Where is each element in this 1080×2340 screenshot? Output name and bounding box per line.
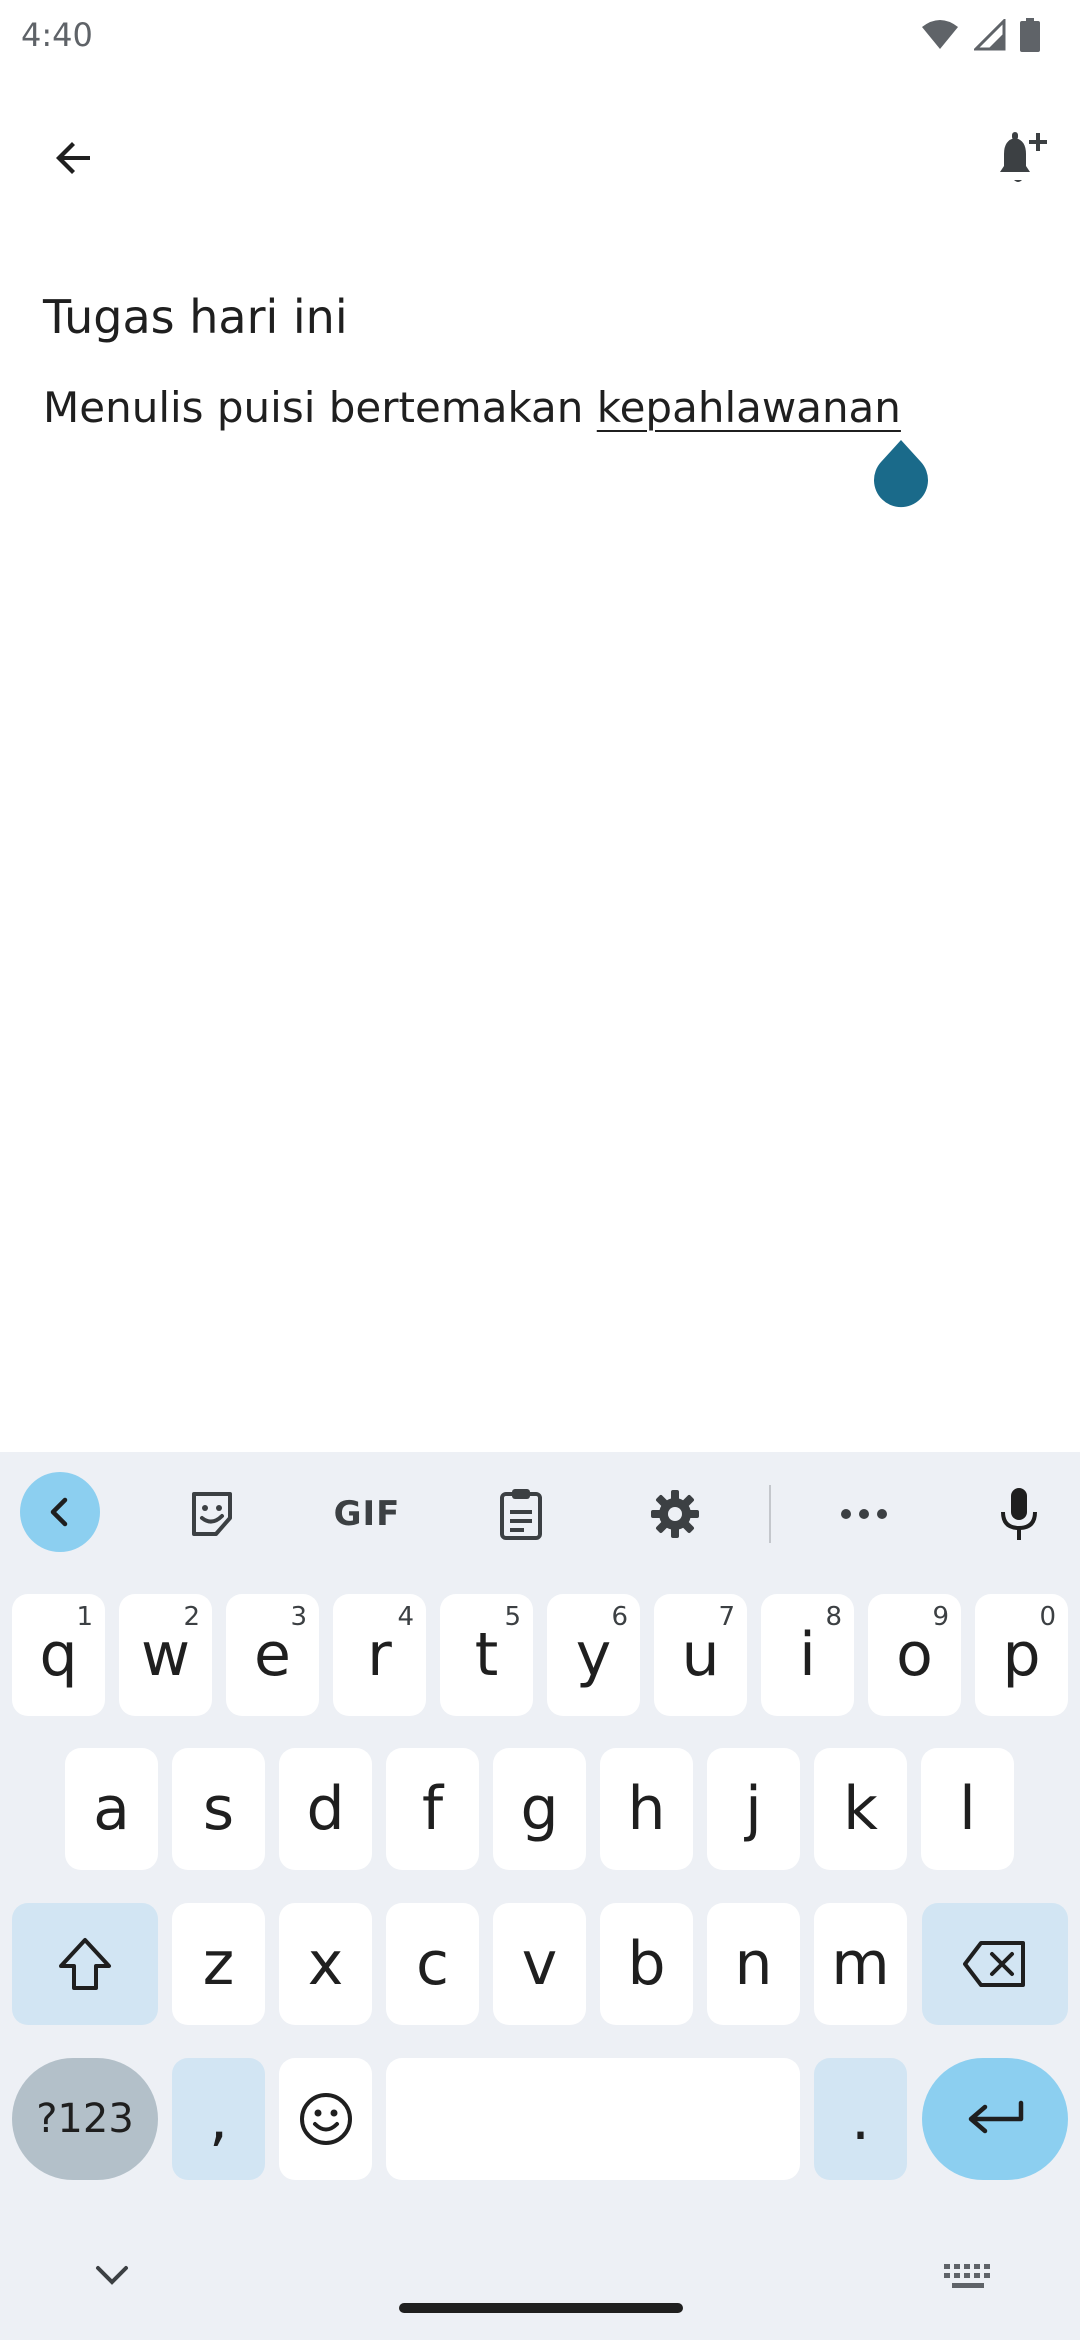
add-reminder-button[interactable] <box>972 108 1068 204</box>
key-hint: 5 <box>504 1602 521 1632</box>
gear-icon <box>651 1490 699 1538</box>
toolbar-divider <box>769 1485 771 1543</box>
key-i[interactable]: i8 <box>761 1594 854 1716</box>
enter-key[interactable] <box>922 2058 1068 2180</box>
arrow-back-icon <box>56 142 90 174</box>
key-y[interactable]: y6 <box>547 1594 640 1716</box>
key-m[interactable]: m <box>814 1903 907 2025</box>
key-label: p <box>1002 1620 1041 1690</box>
key-g[interactable]: g <box>493 1748 586 1870</box>
key-hint: 0 <box>1039 1602 1056 1632</box>
key-p[interactable]: p0 <box>975 1594 1068 1716</box>
key-hint: 6 <box>611 1602 628 1632</box>
shift-key[interactable] <box>12 1903 158 2025</box>
key-a[interactable]: a <box>65 1748 158 1870</box>
cursor-handle[interactable] <box>873 440 929 508</box>
more-horizontal-icon <box>841 1509 887 1519</box>
more-button[interactable] <box>824 1474 904 1554</box>
emoji-key[interactable] <box>279 2058 372 2180</box>
key-hint: 2 <box>183 1602 200 1632</box>
key-b[interactable]: b <box>600 1903 693 2025</box>
key-l[interactable]: l <box>921 1748 1014 1870</box>
key-label: r <box>367 1620 392 1690</box>
clipboard-icon <box>500 1489 542 1540</box>
key-label: e <box>254 1620 291 1690</box>
note-body[interactable]: Menulis puisi bertemakan kepahlawanan <box>43 383 901 432</box>
key-o[interactable]: o9 <box>868 1594 961 1716</box>
key-n[interactable]: n <box>707 1903 800 2025</box>
key-v[interactable]: v <box>493 1903 586 2025</box>
key-h[interactable]: h <box>600 1748 693 1870</box>
status-icons <box>920 18 1040 52</box>
key-hint: 9 <box>932 1602 949 1632</box>
period-key[interactable]: . <box>814 2058 907 2180</box>
key-q[interactable]: q1 <box>12 1594 105 1716</box>
note-body-text: Menulis puisi bertemakan <box>43 383 597 432</box>
key-label: q <box>39 1620 78 1690</box>
symbols-key[interactable]: ?123 <box>12 2058 158 2180</box>
wifi-icon <box>922 20 958 49</box>
shift-icon <box>59 1938 111 1990</box>
key-hint: 4 <box>397 1602 414 1632</box>
key-label: i <box>799 1620 816 1690</box>
key-k[interactable]: k <box>814 1748 907 1870</box>
back-button[interactable] <box>26 110 122 206</box>
signal-icon <box>974 19 1006 51</box>
status-bar: 4:40 <box>0 0 1080 76</box>
chevron-left-icon <box>50 1497 68 1527</box>
key-t[interactable]: t5 <box>440 1594 533 1716</box>
gif-button[interactable]: GIF <box>324 1474 410 1554</box>
key-e[interactable]: e3 <box>226 1594 319 1716</box>
key-f[interactable]: f <box>386 1748 479 1870</box>
comma-key[interactable]: , <box>172 2058 265 2180</box>
enter-icon <box>968 2100 1024 2134</box>
key-j[interactable]: j <box>707 1748 800 1870</box>
spellcheck-word[interactable]: kepahlawanan <box>597 383 901 432</box>
key-hint: 3 <box>290 1602 307 1632</box>
key-hint: 1 <box>76 1602 93 1632</box>
keyboard-collapse-button[interactable] <box>20 1472 100 1552</box>
key-x[interactable]: x <box>279 1903 372 2025</box>
keyboard: GIF q 1 w 2 e 3 r 4 t 5 y 6 u 7 i 8 o 9 … <box>0 1452 1080 2340</box>
key-label: y <box>575 1620 612 1690</box>
settings-button[interactable] <box>635 1474 715 1554</box>
key-hint: 8 <box>825 1602 842 1632</box>
clipboard-button[interactable] <box>481 1474 561 1554</box>
backspace-icon <box>963 1941 1025 1987</box>
key-u[interactable]: u7 <box>654 1594 747 1716</box>
voice-input-button[interactable] <box>979 1474 1059 1554</box>
key-w[interactable]: w2 <box>119 1594 212 1716</box>
key-label: o <box>896 1620 933 1690</box>
keyboard-toolbar: GIF <box>0 1452 1080 1580</box>
emoji-icon <box>299 2093 352 2145</box>
key-s[interactable]: s <box>172 1748 265 1870</box>
app-bar <box>0 100 1080 220</box>
backspace-key[interactable] <box>922 1903 1068 2025</box>
gif-label: GIF <box>333 1494 401 1534</box>
mic-icon <box>1001 1488 1037 1540</box>
keyboard-switch-icon[interactable] <box>942 2262 994 2292</box>
status-time: 4:40 <box>21 16 93 54</box>
key-d[interactable]: d <box>279 1748 372 1870</box>
key-hint: 7 <box>718 1602 735 1632</box>
key-c[interactable]: c <box>386 1903 479 2025</box>
key-label: u <box>681 1620 720 1690</box>
battery-icon <box>1020 18 1040 52</box>
space-key[interactable] <box>386 2058 800 2180</box>
key-r[interactable]: r4 <box>333 1594 426 1716</box>
sticker-button[interactable] <box>172 1474 252 1554</box>
key-z[interactable]: z <box>172 1903 265 2025</box>
sticker-icon <box>192 1492 232 1536</box>
add-alert-icon <box>1000 132 1047 182</box>
hide-keyboard-icon[interactable] <box>92 2260 132 2290</box>
note-title[interactable]: Tugas hari ini <box>43 290 348 344</box>
key-label: t <box>474 1620 499 1690</box>
home-indicator[interactable] <box>399 2303 683 2313</box>
